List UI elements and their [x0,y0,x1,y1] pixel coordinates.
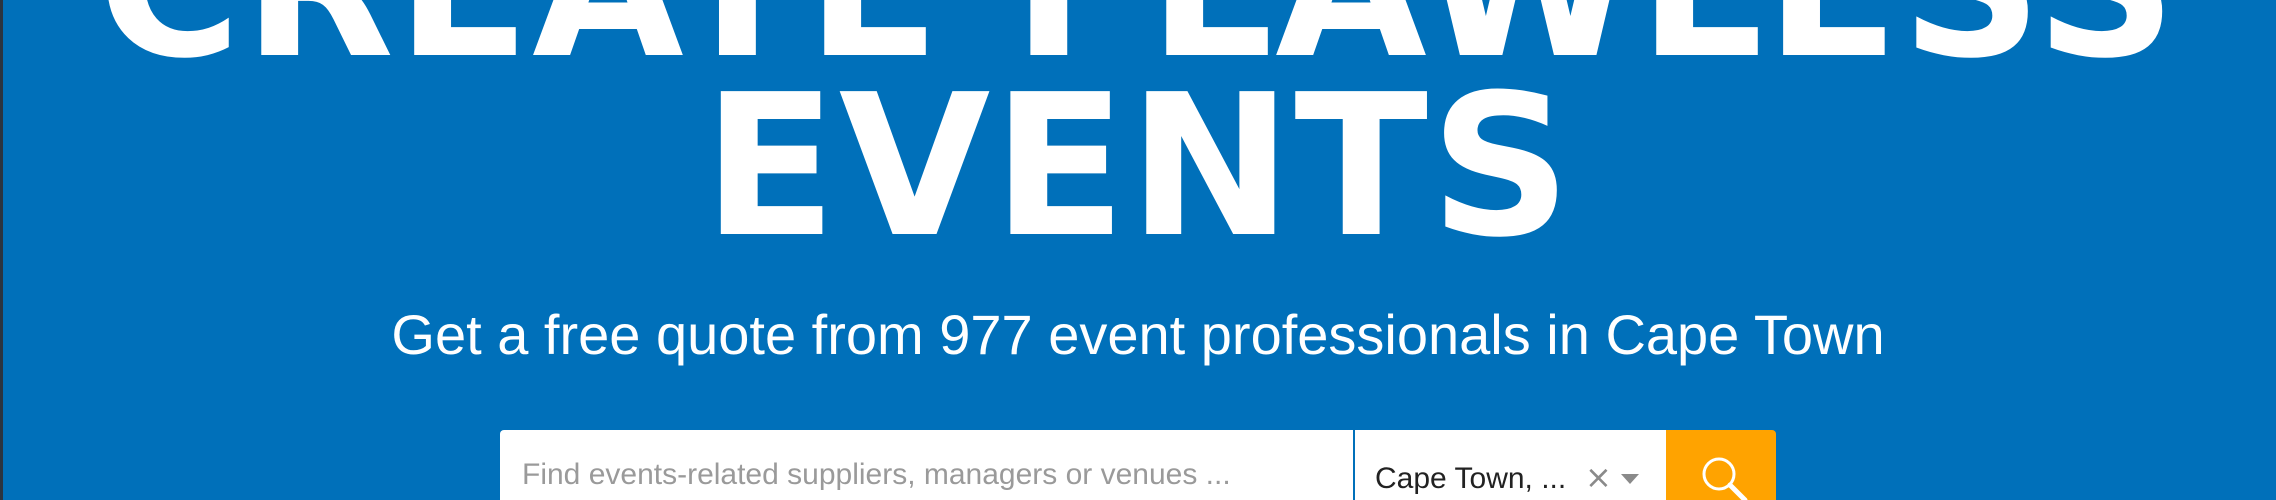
search-button[interactable] [1666,430,1776,500]
hero-section: CREATE FLAWLESS EVENTS Get a free quote … [0,0,2276,500]
hero-subtitle: Get a free quote from 977 event professi… [391,303,1885,366]
hero-headline-line2: EVENTS [702,53,1574,281]
search-input[interactable] [500,430,1355,500]
location-select[interactable]: Cape Town, ... × [1355,430,1666,500]
search-bar: Cape Town, ... × [500,430,1776,500]
location-value: Cape Town, ... [1375,462,1567,495]
chevron-down-icon[interactable] [1621,474,1639,484]
search-icon [1702,457,1748,500]
clear-icon[interactable]: × [1585,458,1612,496]
